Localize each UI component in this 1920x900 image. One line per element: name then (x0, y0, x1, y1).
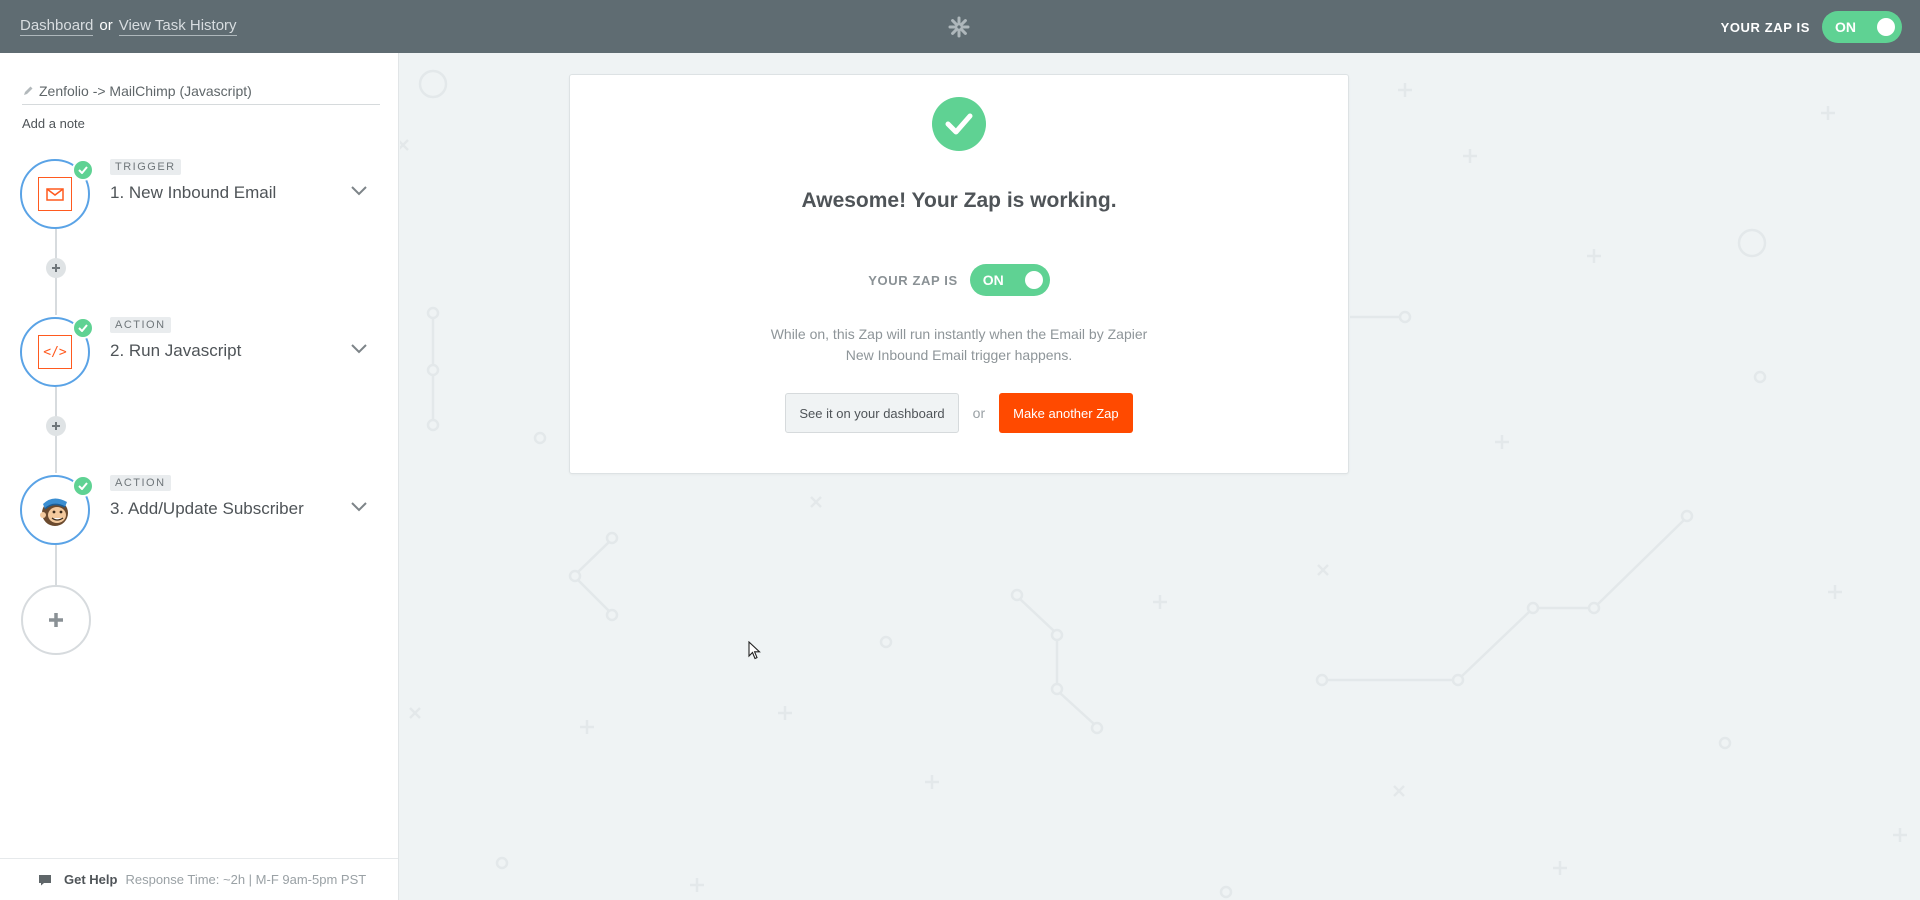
decor-plus (1398, 83, 1412, 97)
toggle-knob (1024, 271, 1043, 289)
see-on-dashboard-button[interactable]: See it on your dashboard (785, 393, 959, 433)
insert-step-button[interactable] (46, 416, 66, 436)
top-nav-links: Dashboard or View Task History (20, 17, 237, 36)
plus-icon (52, 264, 60, 272)
mouse-cursor-icon (748, 641, 761, 660)
response-time-text: Response Time: ~2h | M-F 9am-5pm PST (125, 872, 367, 887)
plus-icon (52, 422, 60, 430)
zap-status-row: YOUR ZAP IS ON (570, 264, 1348, 296)
zap-status-header: YOUR ZAP IS ON (1721, 11, 1902, 43)
decor-plus (925, 775, 939, 789)
view-task-history-link[interactable]: View Task History (118, 17, 237, 36)
top-bar: Dashboard or View Task History YOUR ZAP IS… (0, 0, 1920, 53)
card-actions: See it on your dashboard or Make another… (570, 393, 1348, 433)
description-line: While on, this Zap will run instantly wh… (770, 326, 1148, 342)
zap-on-toggle-header[interactable]: ON (1822, 11, 1902, 43)
decor-line (1019, 598, 1095, 725)
decor-dot (1398, 310, 1412, 324)
decor-plus (1553, 861, 1567, 875)
step-2-action[interactable]: </> ACTION 2. Run Javascript (20, 317, 390, 389)
zap-status-label: YOUR ZAP IS (868, 272, 958, 288)
insert-step-button[interactable] (46, 258, 66, 278)
add-note-link[interactable]: Add a note (22, 116, 85, 131)
decor-circle (1737, 228, 1767, 258)
step-complete-check-icon (72, 475, 94, 497)
chevron-down-icon[interactable] (350, 343, 368, 355)
success-check-icon (932, 97, 986, 151)
decor-plus (1828, 585, 1842, 599)
zap-on-toggle[interactable]: ON (969, 264, 1050, 296)
success-headline: Awesome! Your Zap is working. (801, 189, 1117, 212)
decor-plus (1495, 435, 1509, 449)
or-separator: or (99, 17, 113, 34)
decor-dot (426, 418, 440, 432)
step-3-action[interactable]: ACTION 3. Add/Update Subscriber (20, 475, 390, 547)
zap-status-label: YOUR ZAP IS (1720, 19, 1810, 35)
decor-cross (1393, 785, 1405, 797)
step-type-badge: ACTION (110, 317, 171, 333)
decor-plus (690, 878, 704, 892)
email-icon (46, 187, 64, 201)
decor-dot (1526, 601, 1540, 615)
decor-cross (400, 139, 409, 151)
or-separator: or (972, 405, 986, 421)
chevron-down-icon[interactable] (350, 185, 368, 197)
plus-icon (49, 613, 63, 627)
decor-dot (426, 363, 440, 377)
decor-plus (1463, 149, 1477, 163)
decor-plus (1893, 828, 1907, 842)
mailchimp-logo-icon (40, 498, 68, 526)
decor-dot (1753, 370, 1767, 384)
decor-plus (1587, 249, 1601, 263)
decor-dot (1219, 885, 1233, 899)
make-another-zap-button[interactable]: Make another Zap (999, 393, 1133, 433)
decor-dot (1587, 601, 1601, 615)
step-type-badge: ACTION (110, 475, 171, 491)
step-type-badge: TRIGGER (110, 159, 181, 175)
toggle-state-text: ON (1835, 19, 1856, 35)
step-title[interactable]: 2. Run Javascript (110, 341, 241, 361)
decor-cross (409, 707, 421, 719)
decor-cross (1317, 564, 1329, 576)
step-complete-check-icon (72, 317, 94, 339)
decor-circle (418, 69, 448, 99)
decor-dot (1718, 736, 1732, 750)
zapier-asterisk-icon[interactable] (948, 16, 970, 38)
code-icon: </> (38, 335, 72, 369)
decor-cross (810, 496, 822, 508)
decor-plus (778, 706, 792, 720)
chat-bubble-icon (39, 874, 51, 885)
zap-editor-sidebar: Zenfolio -> MailChimp (Javascript) Add a… (0, 53, 399, 900)
toggle-state-text: ON (982, 272, 1004, 288)
chevron-down-icon[interactable] (350, 501, 368, 513)
decor-dot (495, 856, 509, 870)
add-step-button[interactable] (21, 585, 91, 655)
dashboard-link[interactable]: Dashboard (20, 17, 94, 36)
step-title[interactable]: 3. Add/Update Subscriber (110, 499, 304, 519)
description-line: New Inbound Email trigger happens. (845, 347, 1073, 363)
decor-plus (1821, 106, 1835, 120)
decor-dot (1451, 673, 1465, 687)
decor-plus (580, 720, 594, 734)
step-connector-line (55, 545, 57, 587)
decor-dot (1315, 673, 1329, 687)
zap-name-field[interactable]: Zenfolio -> MailChimp (Javascript) (22, 83, 380, 105)
decor-dot (533, 431, 547, 445)
step-1-trigger[interactable]: TRIGGER 1. New Inbound Email (20, 159, 390, 231)
decor-dot (879, 635, 893, 649)
decor-line (577, 541, 610, 612)
toggle-knob (1877, 18, 1895, 36)
zap-description: While on, this Zap will run instantly wh… (570, 324, 1348, 366)
step-title[interactable]: 1. New Inbound Email (110, 183, 276, 203)
email-app-icon (38, 177, 72, 211)
help-footer: Get Help Response Time: ~2h | M-F 9am-5p… (0, 858, 398, 900)
zap-name-text: Zenfolio -> MailChimp (Javascript) (39, 83, 252, 99)
get-help-link[interactable]: Get Help (64, 872, 117, 887)
decor-plus (1153, 595, 1167, 609)
pencil-icon (24, 86, 33, 95)
decor-line (1327, 519, 1685, 682)
decor-dot (426, 306, 440, 320)
step-complete-check-icon (72, 159, 94, 181)
zap-success-card: Awesome! Your Zap is working. YOUR ZAP I… (569, 74, 1349, 474)
